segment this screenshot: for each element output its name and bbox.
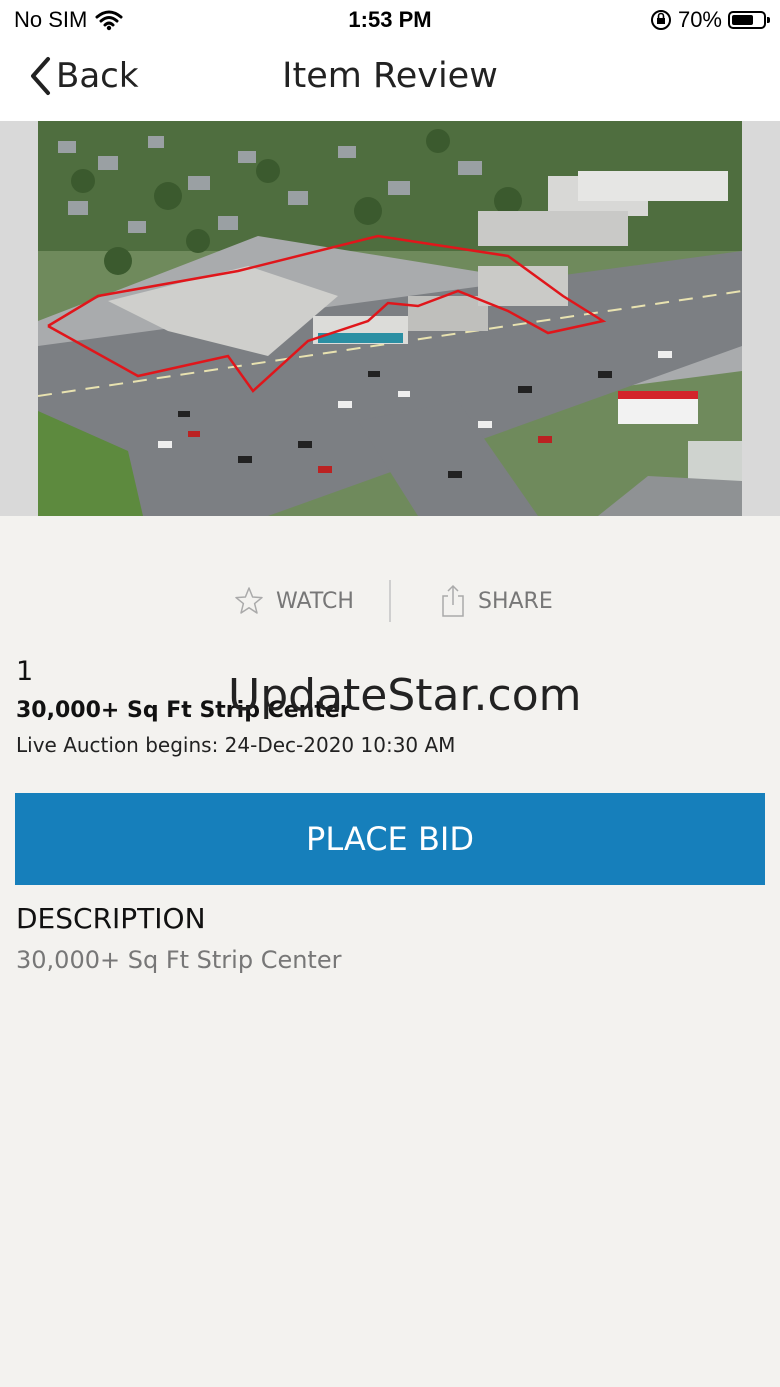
- battery-icon: [728, 11, 770, 29]
- action-divider: [389, 580, 391, 622]
- watermark-text: UpdateStar.com: [228, 670, 582, 721]
- share-button[interactable]: SHARE: [440, 578, 553, 624]
- orientation-lock-icon: [650, 10, 671, 30]
- share-icon: [442, 584, 464, 617]
- battery-level: [732, 15, 753, 25]
- navigation-bar: Back Item Review: [0, 40, 780, 121]
- share-label: SHARE: [478, 588, 553, 614]
- star-icon: [235, 587, 263, 614]
- item-photo-container: [0, 121, 780, 516]
- item-photo[interactable]: [38, 121, 742, 516]
- item-actions: WATCH SHARE: [0, 578, 780, 624]
- battery-percent: 70%: [677, 7, 722, 32]
- lot-number: 1: [16, 656, 34, 687]
- place-bid-button[interactable]: PLACE BID: [15, 793, 765, 885]
- description-body: 30,000+ Sq Ft Strip Center: [16, 946, 342, 974]
- watch-label: WATCH: [276, 588, 354, 614]
- battery-tip: [767, 17, 770, 23]
- page-title: Item Review: [282, 56, 498, 96]
- status-bar: No SIM 1:53 PM 70%: [0, 0, 780, 40]
- status-right-group: 70%: [650, 7, 770, 33]
- watch-button[interactable]: WATCH: [234, 578, 354, 624]
- auction-date: Live Auction begins: 24-Dec-2020 10:30 A…: [16, 733, 456, 757]
- description-heading: DESCRIPTION: [16, 902, 206, 935]
